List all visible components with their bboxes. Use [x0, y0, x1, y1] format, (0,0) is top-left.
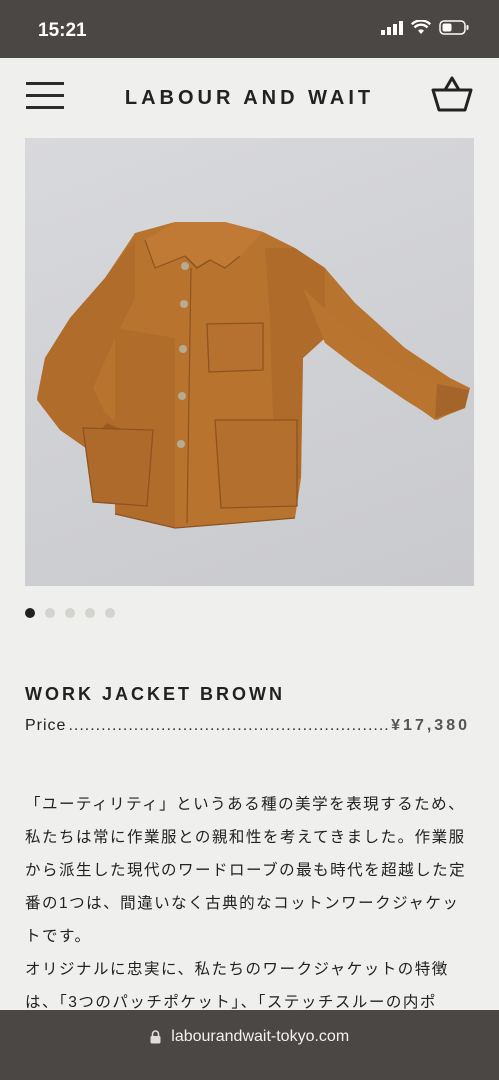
carousel-dot[interactable] [65, 608, 75, 618]
wifi-icon [411, 20, 431, 34]
product-image[interactable] [25, 138, 474, 586]
site-header: LABOUR AND WAIT [0, 58, 499, 138]
battery-icon [439, 20, 469, 35]
price-label: Price [25, 717, 67, 734]
carousel-dot[interactable] [45, 608, 55, 618]
product-title: WORK JACKET BROWN [25, 684, 285, 704]
status-icons [381, 20, 469, 35]
price-leader: ........................................… [68, 717, 390, 734]
carousel-dot[interactable] [105, 608, 115, 618]
image-carousel-dots [25, 608, 115, 618]
url-text[interactable]: labourandwait-tokyo.com [171, 1028, 349, 1045]
price-value: ¥17,380 [391, 717, 470, 734]
url-container[interactable]: labourandwait-tokyo.com [0, 1028, 499, 1046]
lock-icon [150, 1030, 161, 1044]
basket-icon[interactable] [431, 74, 473, 114]
jacket-photo [37, 222, 470, 529]
status-bar: 15:21 [0, 0, 499, 58]
carousel-dot[interactable] [25, 608, 35, 618]
status-time: 15:21 [38, 20, 87, 41]
price-row: Price ..................................… [25, 717, 470, 735]
product-description: 「ユーティリティ」というある種の美学を表現するため、私たちは常に作業服との親和性… [25, 788, 470, 1019]
carousel-dot[interactable] [85, 608, 95, 618]
signal-icon [381, 20, 403, 35]
browser-url-bar[interactable]: labourandwait-tokyo.com [0, 1010, 499, 1080]
description-paragraph: 「ユーティリティ」というある種の美学を表現するため、私たちは常に作業服との親和性… [25, 796, 467, 945]
brand-logo[interactable]: LABOUR AND WAIT [0, 87, 499, 110]
